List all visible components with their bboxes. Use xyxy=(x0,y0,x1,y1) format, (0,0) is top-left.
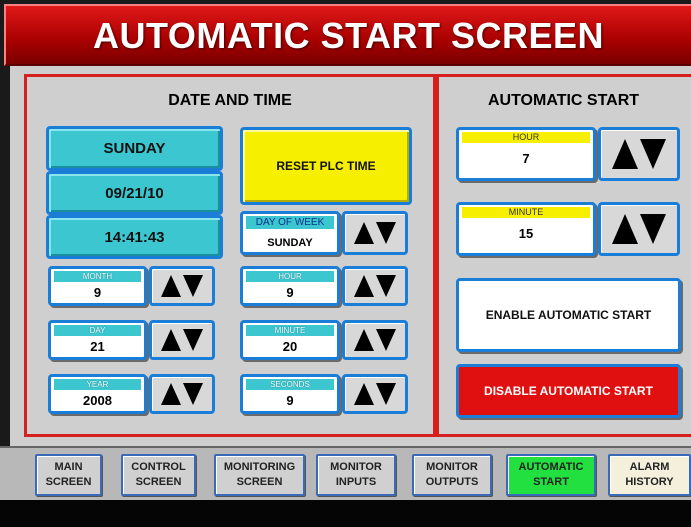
nav-label-line1: ALARM xyxy=(629,461,670,473)
arrow-up-icon[interactable] xyxy=(354,275,374,297)
arrow-down-icon[interactable] xyxy=(376,222,396,244)
page-title: AUTOMATIC START SCREEN xyxy=(93,15,604,56)
minute-arrows xyxy=(342,320,408,360)
nav-alarm-history-button[interactable]: ALARM HISTORY xyxy=(608,454,691,496)
month-label: MONTH xyxy=(54,271,141,282)
day-name-display: SUNDAY xyxy=(46,126,223,171)
nav-label-line1: MONITOR xyxy=(426,461,478,473)
nav-label-line1: MONITOR xyxy=(330,461,382,473)
date-time-title: DATE AND TIME xyxy=(168,92,292,109)
reset-plc-time-button[interactable]: RESET PLC TIME xyxy=(240,127,412,205)
year-arrows xyxy=(149,374,215,414)
nav-main-screen-button[interactable]: MAIN SCREEN xyxy=(35,454,102,496)
nav-monitor-inputs-button[interactable]: MONITOR INPUTS xyxy=(316,454,396,496)
seconds-value: 9 xyxy=(286,393,294,408)
nav-label-line2: SCREEN xyxy=(45,476,92,488)
enable-automatic-start-button[interactable]: ENABLE AUTOMATIC START xyxy=(456,278,681,352)
nav-label-line2: SCREEN xyxy=(236,476,283,488)
seconds-arrows xyxy=(342,374,408,414)
seconds-label: SECONDS xyxy=(246,379,334,390)
nav-label-line2: SCREEN xyxy=(135,476,182,488)
month-field[interactable]: MONTH 9 xyxy=(48,266,147,306)
year-field[interactable]: YEAR 2008 xyxy=(48,374,147,414)
seconds-field[interactable]: SECONDS 9 xyxy=(240,374,340,414)
arrow-up-icon[interactable] xyxy=(612,214,638,244)
auto-start-minute-value: 15 xyxy=(518,226,534,241)
time-display: 14:41:43 xyxy=(46,215,223,259)
arrow-down-icon[interactable] xyxy=(640,214,666,244)
hour-arrows xyxy=(342,266,408,306)
arrow-up-icon[interactable] xyxy=(161,383,181,405)
disable-automatic-start-button[interactable]: DISABLE AUTOMATIC START xyxy=(456,364,681,418)
auto-start-title: AUTOMATIC START xyxy=(487,92,640,109)
day-arrows xyxy=(149,320,215,360)
arrow-down-icon[interactable] xyxy=(183,383,203,405)
month-value: 9 xyxy=(93,285,102,300)
day-of-week-arrows xyxy=(342,211,408,255)
day-of-week-label: DAY OF WEEK xyxy=(246,216,334,229)
nav-monitor-outputs-button[interactable]: MONITOR OUTPUTS xyxy=(412,454,492,496)
minute-label: MINUTE xyxy=(246,325,334,336)
nav-automatic-start-button[interactable]: AUTOMATIC START xyxy=(506,454,596,496)
arrow-down-icon[interactable] xyxy=(640,139,666,169)
arrow-down-icon[interactable] xyxy=(183,329,203,351)
arrow-up-icon[interactable] xyxy=(612,139,638,169)
auto-start-hour-field[interactable]: HOUR 7 xyxy=(456,127,596,181)
day-of-week-field[interactable]: DAY OF WEEK SUNDAY xyxy=(240,211,340,255)
auto-start-hour-label: HOUR xyxy=(462,132,590,143)
nav-label-line2: OUTPUTS xyxy=(425,476,479,488)
nav-label-line2: INPUTS xyxy=(335,476,377,488)
arrow-up-icon[interactable] xyxy=(161,275,181,297)
arrow-up-icon[interactable] xyxy=(161,329,181,351)
arrow-up-icon[interactable] xyxy=(354,329,374,351)
auto-start-minute-arrows xyxy=(598,202,680,256)
day-value: 21 xyxy=(90,339,105,354)
nav-label-line1: MAIN xyxy=(54,461,83,473)
hour-field[interactable]: HOUR 9 xyxy=(240,266,340,306)
auto-start-hour-value: 7 xyxy=(522,151,530,166)
hour-value: 9 xyxy=(286,285,294,300)
bottom-strip xyxy=(0,500,691,527)
hmi-screen: AUTOMATIC START SCREEN DATE AND TIME SUN… xyxy=(0,0,691,527)
minute-field[interactable]: MINUTE 20 xyxy=(240,320,340,360)
nav-label-line2: START xyxy=(533,476,569,488)
nav-control-screen-button[interactable]: CONTROL SCREEN xyxy=(121,454,196,496)
nav-label-line2: HISTORY xyxy=(625,476,674,488)
month-arrows xyxy=(149,266,215,306)
title-bar: AUTOMATIC START SCREEN xyxy=(4,4,691,66)
arrow-up-icon[interactable] xyxy=(354,383,374,405)
arrow-down-icon[interactable] xyxy=(376,275,396,297)
arrow-up-icon[interactable] xyxy=(354,222,374,244)
auto-start-minute-field[interactable]: MINUTE 15 xyxy=(456,202,596,256)
date-display: 09/21/10 xyxy=(46,171,223,215)
nav-monitoring-screen-button[interactable]: MONITORING SCREEN xyxy=(214,454,305,496)
nav-label-line1: MONITORING xyxy=(223,461,296,473)
hour-label: HOUR xyxy=(246,271,334,282)
auto-start-minute-label: MINUTE xyxy=(462,207,590,218)
minute-value: 20 xyxy=(282,339,298,354)
auto-start-hour-arrows xyxy=(598,127,680,181)
arrow-down-icon[interactable] xyxy=(376,329,396,351)
nav-label-line1: CONTROL xyxy=(131,461,186,473)
arrow-down-icon[interactable] xyxy=(183,275,203,297)
arrow-down-icon[interactable] xyxy=(376,383,396,405)
day-field[interactable]: DAY 21 xyxy=(48,320,147,360)
year-value: 2008 xyxy=(83,393,112,408)
year-label: YEAR xyxy=(54,379,141,390)
day-label: DAY xyxy=(54,325,141,336)
nav-label-line1: AUTOMATIC xyxy=(518,461,584,473)
day-of-week-value: SUNDAY xyxy=(267,237,313,249)
